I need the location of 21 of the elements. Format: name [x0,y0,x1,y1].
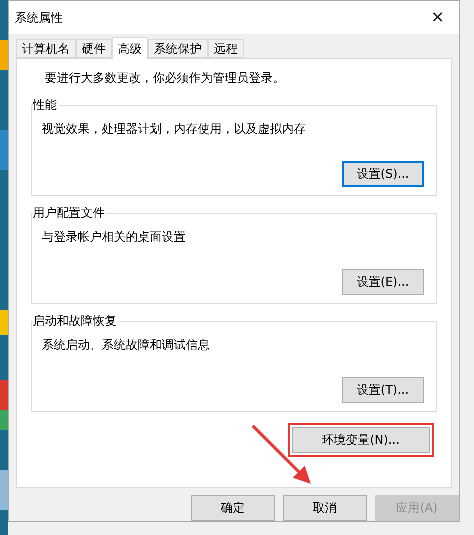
tab[interactable]: 硬件 [76,39,112,58]
group-description: 视觉效果，处理器计划，内存使用，以及虚拟内存 [42,121,307,138]
group-title: 性能 [33,97,59,113]
group-description: 系统启动、系统故障和调试信息 [42,337,211,354]
tab[interactable]: 计算机名 [16,39,76,58]
dialog-button[interactable]: 取消 [283,495,367,521]
arrow-annotation [251,424,313,486]
tab[interactable]: 高级 [112,37,148,59]
settings-button[interactable]: 设置(S)... [342,161,424,187]
tab[interactable]: 系统保护 [148,39,208,58]
settings-button[interactable]: 设置(T)... [342,377,424,403]
group-title: 启动和故障恢复 [33,313,119,329]
tab[interactable]: 远程 [208,39,244,58]
group-title: 用户配置文件 [33,205,107,221]
settings-button[interactable]: 设置(E)... [342,269,424,295]
admin-notice: 要进行大多数更改，你必须作为管理员登录。 [45,70,286,87]
dialog-button[interactable]: 确定 [191,495,275,521]
group-description: 与登录帐户相关的桌面设置 [42,229,187,246]
environment-variables-button[interactable]: 环境变量(N)... [292,427,430,453]
window-title: 系统属性 [15,10,63,26]
close-button[interactable]: ✕ [423,6,453,30]
